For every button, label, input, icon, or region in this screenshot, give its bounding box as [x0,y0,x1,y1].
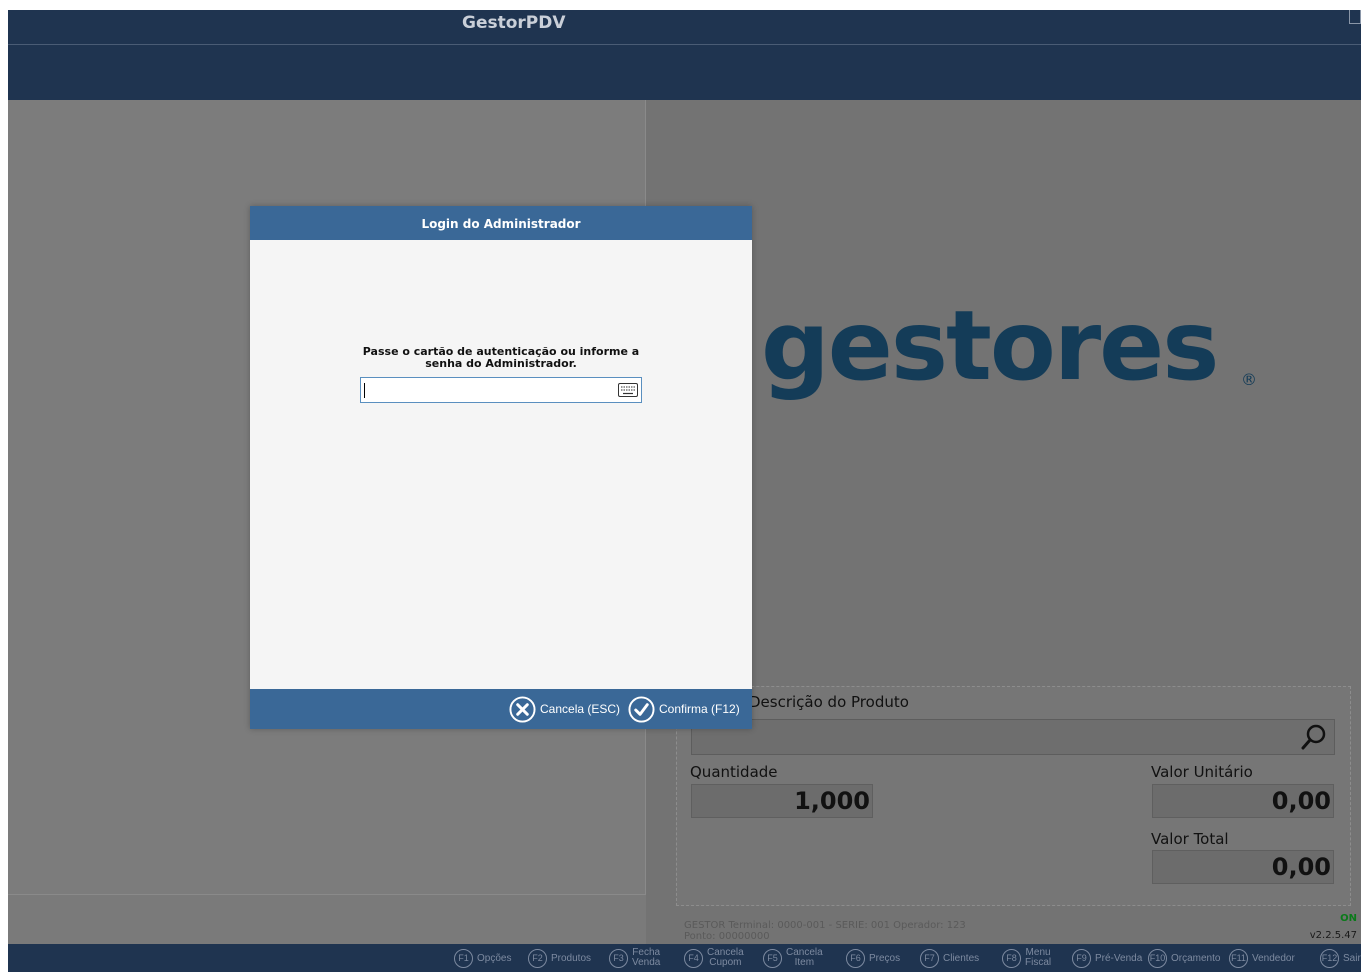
dialog-footer: Cancela (ESC) Confirma (F12) [250,689,752,729]
total-label: Valor Total [1151,830,1229,848]
f12-key-icon: F12 [1320,948,1339,968]
top-toolbar [8,45,1361,100]
fkey-f11-seller[interactable]: F11 Vendedor [1229,947,1295,969]
fkey-label-line2: Item [794,957,815,968]
fkey-label: Pré-Venda [1095,952,1143,964]
f1-key-icon: F1 [454,948,473,968]
f4-key-icon: F4 [684,948,703,968]
confirm-button[interactable]: Confirma (F12) [628,695,740,723]
fkey-label: Fecha Venda [632,948,660,968]
search-icon[interactable] [1300,723,1328,751]
cancel-label: Cancela (ESC) [540,702,621,716]
check-circle-icon [628,695,655,723]
fkey-f4-cancel-receipt[interactable]: F4 Cancela Cupom [684,947,744,969]
fkey-label-line2: Cupom [709,957,742,968]
f9-key-icon: F9 [1072,948,1091,968]
fkey-label: Cancela Item [786,948,823,968]
f3-key-icon: F3 [609,948,628,968]
fkey-f6-prices[interactable]: F6 Preços [846,947,900,969]
terminal-info-line1: GESTOR Terminal: 0000-001 - SERIE: 001 O… [684,920,966,931]
unit-price-field: 0,00 [1152,784,1334,818]
f10-key-icon: F10 [1148,948,1167,968]
sale-panel: gestores ® Descrição do Produto Quantida… [646,100,1361,944]
fkey-f7-clients[interactable]: F7 Clientes [920,947,979,969]
dialog-message: Passe o cartão de autenticação ou inform… [362,345,640,370]
cancel-button[interactable]: Cancela (ESC) [509,695,620,723]
fkey-f3-close-sale[interactable]: F3 Fecha Venda [609,947,660,969]
fkey-f2-products[interactable]: F2 Produtos [528,947,591,969]
confirm-label: Confirma (F12) [659,702,740,716]
fkey-label: Menu Fiscal [1025,948,1051,968]
quantity-field[interactable]: 1,000 [691,784,873,818]
f5-key-icon: F5 [763,948,782,968]
keyboard-icon[interactable] [618,383,638,397]
dialog-title: Login do Administrador [250,206,752,240]
subtotal-area [8,894,646,944]
fkey-f8-fiscal-menu[interactable]: F8 Menu Fiscal [1002,947,1051,969]
f8-key-icon: F8 [1002,948,1021,968]
description-label: Descrição do Produto [749,693,909,711]
product-entry-box: Descrição do Produto Quantidade 1,000 Va… [676,686,1351,906]
fkey-label-line2: Fiscal [1025,957,1052,968]
title-bar: GestorPDV [8,10,1361,44]
fkey-f12-exit[interactable]: F12 Sair [1320,947,1361,969]
online-indicator: ON [1340,913,1357,924]
fkey-label: Clientes [943,952,980,964]
fkey-label: Cancela Cupom [707,948,744,968]
f6-key-icon: F6 [846,948,865,968]
text-caret [364,383,365,398]
fkey-label: Opções [477,952,512,964]
fkey-label-line2: Venda [632,957,661,968]
gestores-logo: gestores [761,290,1219,402]
fkey-label: Vendedor [1252,952,1295,964]
window-minimize-button[interactable] [1349,10,1361,24]
fkey-f1-options[interactable]: F1 Opções [454,947,511,969]
f7-key-icon: F7 [920,948,939,968]
cancel-circle-icon [509,695,536,723]
fkey-label: Produtos [551,952,592,964]
admin-login-dialog: Login do Administrador Passe o cartão de… [250,206,752,729]
quantity-label: Quantidade [690,763,778,781]
window-title: GestorPDV [462,13,566,33]
f11-key-icon: F11 [1229,948,1248,968]
version-label: v2.2.5.47 [1309,930,1357,941]
fkey-f10-quote[interactable]: F10 Orçamento [1148,947,1220,969]
terminal-info-line2: Ponto: 00000000 [684,931,770,942]
product-description-input[interactable] [691,719,1335,755]
f2-key-icon: F2 [528,948,547,968]
unit-price-label: Valor Unitário [1151,763,1253,781]
registered-mark: ® [1241,370,1257,389]
function-key-bar: F1 Opções F2 Produtos F3 Fecha Venda F4 C… [8,944,1361,972]
total-field: 0,00 [1152,850,1334,884]
fkey-label: Orçamento [1171,952,1221,964]
fkey-label: Sair [1343,952,1361,964]
fkey-f5-cancel-item[interactable]: F5 Cancela Item [763,947,823,969]
fkey-label: Preços [869,952,901,964]
admin-password-input[interactable] [360,377,642,403]
fkey-f9-pre-sale[interactable]: F9 Pré-Venda [1072,947,1142,969]
terminal-info: GESTOR Terminal: 0000-001 - SERIE: 001 O… [684,920,966,942]
